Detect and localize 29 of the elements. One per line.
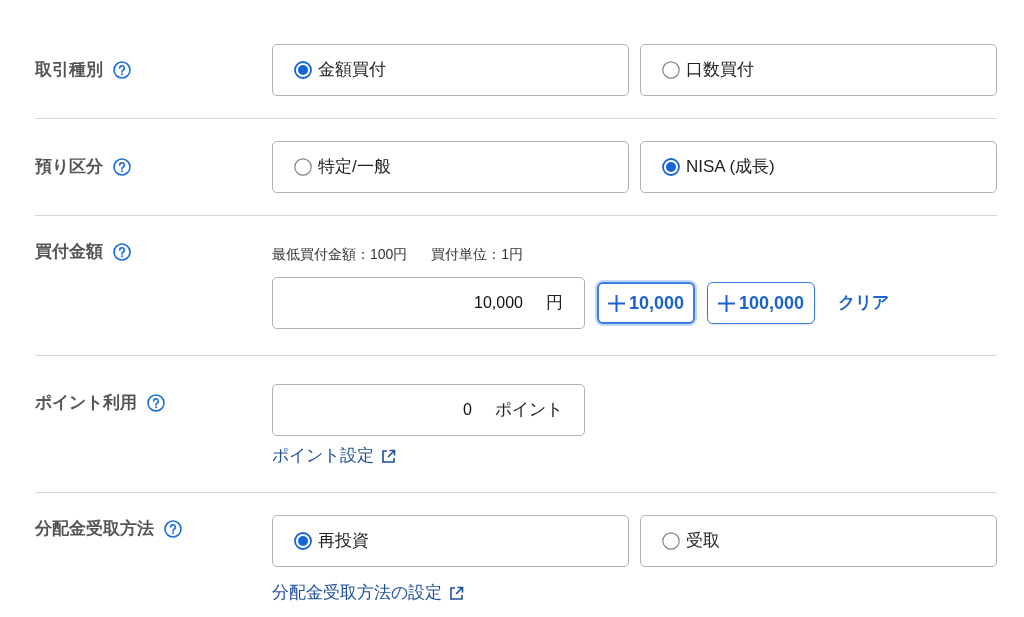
- settings-link[interactable]: 分配金受取方法の設定: [272, 582, 464, 604]
- unit-label: ポイント: [495, 399, 563, 421]
- hint-text: 買付単位：1円: [431, 245, 524, 264]
- help-icon[interactable]: [113, 158, 131, 176]
- external-link-icon: [449, 585, 464, 601]
- plus-icon: [608, 294, 625, 312]
- field-label: ポイント利用: [35, 392, 137, 414]
- help-icon[interactable]: [164, 520, 182, 538]
- add-amount-button[interactable]: 10,000: [597, 282, 696, 324]
- help-icon[interactable]: [113, 61, 131, 79]
- help-icon[interactable]: [147, 394, 165, 412]
- settings-link[interactable]: ポイント設定: [272, 445, 396, 467]
- radio-option[interactable]: 再投資: [272, 515, 629, 567]
- radio-option[interactable]: 金額買付: [272, 44, 629, 96]
- external-link-icon: [381, 448, 396, 464]
- radio-option[interactable]: NISA (成長): [640, 141, 997, 193]
- field-label: 分配金受取方法: [35, 518, 154, 540]
- field-label: 買付金額: [35, 241, 103, 263]
- hint-text: 最低買付金額：100円: [272, 245, 408, 264]
- radio-option[interactable]: 口数買付: [640, 44, 997, 96]
- radio-option[interactable]: 受取: [640, 515, 997, 567]
- plus-icon: [718, 294, 736, 312]
- unit-label: 円: [546, 292, 563, 314]
- radio-option[interactable]: 特定/一般: [272, 141, 629, 193]
- clear-link[interactable]: クリア: [838, 290, 890, 316]
- add-amount-button[interactable]: 100,000: [707, 282, 816, 324]
- field-label: 預り区分: [35, 156, 103, 178]
- help-icon[interactable]: [113, 243, 131, 261]
- field-label: 取引種別: [35, 59, 103, 81]
